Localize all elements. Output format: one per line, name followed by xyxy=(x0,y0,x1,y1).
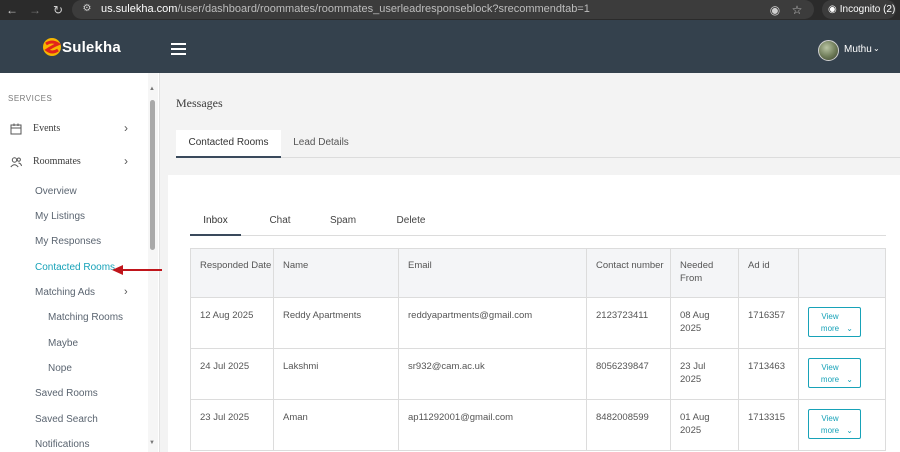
users-icon xyxy=(10,157,22,168)
calendar-icon xyxy=(10,123,22,135)
incognito-badge[interactable]: ◉ Incognito (2) xyxy=(822,0,896,19)
view-more-button[interactable]: View more ⌄ xyxy=(808,307,861,337)
sidebar-item-my-responses[interactable]: My Responses xyxy=(35,236,101,247)
sidebar-item-saved-rooms[interactable]: Saved Rooms xyxy=(35,388,98,399)
sidebar-item-nope[interactable]: Nope xyxy=(48,363,72,374)
avatar[interactable] xyxy=(818,40,839,61)
chevron-down-icon[interactable]: ⌄ xyxy=(873,44,880,53)
cell-name: Aman xyxy=(274,400,399,450)
cell-ad-id: 1713463 xyxy=(739,349,799,399)
view-more-label: View more xyxy=(820,312,840,333)
annotation-arrow-icon xyxy=(112,265,162,275)
scroll-down-icon[interactable]: ▼ xyxy=(149,440,155,446)
main-content: Messages Contacted Rooms Lead Details In… xyxy=(168,73,900,452)
cell-contact: 8056239847 xyxy=(587,349,671,399)
cell-needed-from: 23 Jul 2025 xyxy=(671,349,739,399)
app-header: Sulekha Muthu ⌄ xyxy=(0,20,900,73)
sidebar-scrollbar-thumb[interactable] xyxy=(150,100,155,250)
incognito-icon: ◉ xyxy=(828,4,837,15)
top-tabs: Contacted Rooms Lead Details xyxy=(176,130,900,158)
eye-off-icon[interactable]: ◉ xyxy=(767,2,783,18)
sidebar-item-matching-rooms[interactable]: Matching Rooms xyxy=(48,312,123,323)
cell-contact: 2123723411 xyxy=(587,298,671,348)
column-header: Ad id xyxy=(739,249,799,297)
sidebar-item-my-listings[interactable]: My Listings xyxy=(35,211,85,222)
page-title: Messages xyxy=(176,96,223,110)
table-header: Responded Date Name Email Contact number… xyxy=(190,248,886,298)
back-icon[interactable]: ← xyxy=(4,2,20,18)
cell-ad-id: 1716357 xyxy=(739,298,799,348)
cell-name: Reddy Apartments xyxy=(274,298,399,348)
view-more-button[interactable]: View more ⌄ xyxy=(808,409,861,439)
chevron-right-icon: › xyxy=(124,121,128,135)
column-header: Responded Date xyxy=(191,249,274,297)
column-header: Name xyxy=(274,249,399,297)
hamburger-menu-icon[interactable] xyxy=(171,43,186,55)
column-header: Contact number xyxy=(587,249,671,297)
sidebar-item-saved-search[interactable]: Saved Search xyxy=(35,414,98,425)
table-row: 12 Aug 2025 Reddy Apartments reddyapartm… xyxy=(190,298,886,349)
star-icon[interactable]: ☆ xyxy=(789,2,805,18)
chevron-down-icon: ⌄ xyxy=(846,426,853,435)
cell-email: ap11292001@gmail.com xyxy=(399,400,587,450)
cell-needed-from: 08 Aug 2025 xyxy=(671,298,739,348)
view-more-label: View more xyxy=(820,363,840,384)
cell-date: 24 Jul 2025 xyxy=(191,349,274,399)
url-host: us.sulekha.com xyxy=(101,3,178,15)
column-header xyxy=(799,249,885,297)
inner-tabs: Inbox Chat Spam Delete xyxy=(190,208,886,236)
logo-text: Sulekha xyxy=(62,39,121,56)
column-header: Email xyxy=(399,249,587,297)
cell-action: View more ⌄ xyxy=(799,400,885,450)
column-header: Needed From xyxy=(671,249,739,297)
sidebar-item-label: Roommates xyxy=(33,156,81,167)
user-name[interactable]: Muthu xyxy=(844,44,872,55)
sidebar-item-contacted-rooms[interactable]: Contacted Rooms xyxy=(35,262,115,273)
view-more-label: View more xyxy=(820,414,840,435)
url-text[interactable]: us.sulekha.com/user/dashboard/roommates/… xyxy=(101,3,590,15)
url-path: /user/dashboard/roommates/roommates_user… xyxy=(177,3,590,15)
forward-icon[interactable]: → xyxy=(27,2,43,18)
incognito-label: Incognito (2) xyxy=(839,4,896,15)
sidebar-item-overview[interactable]: Overview xyxy=(35,186,77,197)
sidebar-item-notifications[interactable]: Notifications xyxy=(35,439,89,450)
tab-spam[interactable]: Spam xyxy=(320,208,366,236)
sidebar: SERVICES Events › Roommates › Overview M… xyxy=(0,73,160,452)
chevron-down-icon: ⌄ xyxy=(846,375,853,384)
cell-date: 23 Jul 2025 xyxy=(191,400,274,450)
site-info-icon[interactable]: ⚙ xyxy=(80,2,94,16)
browser-toolbar: ← → ↻ ⚙ us.sulekha.com/user/dashboard/ro… xyxy=(0,0,900,20)
table-row: 24 Jul 2025 Lakshmi sr932@cam.ac.uk 8056… xyxy=(190,349,886,400)
tab-chat[interactable]: Chat xyxy=(257,208,303,236)
table-row: 23 Jul 2025 Aman ap11292001@gmail.com 84… xyxy=(190,400,886,451)
cell-date: 12 Aug 2025 xyxy=(191,298,274,348)
cell-action: View more ⌄ xyxy=(799,349,885,399)
sidebar-item-events[interactable]: Events › xyxy=(0,118,145,142)
scroll-up-icon[interactable]: ▲ xyxy=(149,86,155,92)
reload-icon[interactable]: ↻ xyxy=(50,2,66,18)
sidebar-item-roommates[interactable]: Roommates › xyxy=(0,151,145,175)
services-label: SERVICES xyxy=(8,94,53,103)
view-more-button[interactable]: View more ⌄ xyxy=(808,358,861,388)
tab-contacted-rooms[interactable]: Contacted Rooms xyxy=(176,130,281,158)
sidebar-item-matching-ads[interactable]: Matching Ads xyxy=(35,287,95,298)
cell-needed-from: 01 Aug 2025 xyxy=(671,400,739,450)
tab-lead-details[interactable]: Lead Details xyxy=(284,130,358,158)
chevron-down-icon: ⌄ xyxy=(846,324,853,333)
sidebar-item-maybe[interactable]: Maybe xyxy=(48,338,78,349)
cell-name: Lakshmi xyxy=(274,349,399,399)
cell-ad-id: 1713315 xyxy=(739,400,799,450)
chevron-right-icon: › xyxy=(124,154,128,168)
cell-email: sr932@cam.ac.uk xyxy=(399,349,587,399)
messages-panel: Inbox Chat Spam Delete Responded Date Na… xyxy=(168,175,900,452)
chevron-right-icon[interactable]: › xyxy=(124,286,128,298)
cell-action: View more ⌄ xyxy=(799,298,885,348)
tab-delete[interactable]: Delete xyxy=(388,208,434,236)
logo-mark-icon xyxy=(43,38,61,56)
cell-email: reddyapartments@gmail.com xyxy=(399,298,587,348)
sidebar-item-label: Events xyxy=(33,123,61,134)
cell-contact: 8482008599 xyxy=(587,400,671,450)
tab-inbox[interactable]: Inbox xyxy=(190,208,241,236)
